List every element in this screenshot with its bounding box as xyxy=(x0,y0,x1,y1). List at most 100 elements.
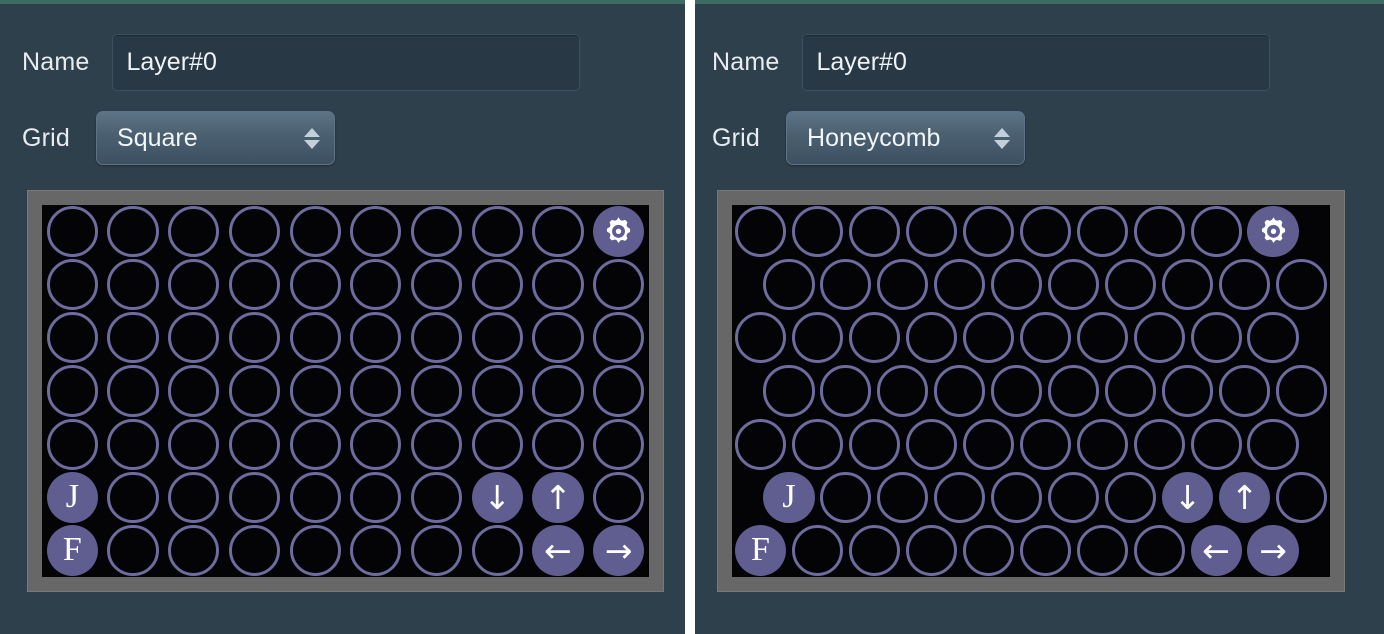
grid-cell[interactable] xyxy=(168,471,220,523)
grid-cell[interactable] xyxy=(1076,206,1128,258)
grid-type-dropdown[interactable]: Square xyxy=(96,111,336,165)
grid-cell[interactable] xyxy=(820,259,872,311)
grid-cell[interactable] xyxy=(471,206,523,258)
grid-cell[interactable] xyxy=(848,524,900,576)
grid-cell[interactable] xyxy=(107,524,159,576)
grid-cell[interactable] xyxy=(289,418,341,470)
grid-cell[interactable] xyxy=(877,259,929,311)
grid-cell[interactable] xyxy=(820,365,872,417)
chevron-down-icon[interactable] xyxy=(304,139,321,149)
grid-cell[interactable] xyxy=(289,312,341,364)
grid-cell[interactable] xyxy=(350,206,402,258)
grid-cell[interactable] xyxy=(350,365,402,417)
grid-cell[interactable] xyxy=(228,312,281,364)
grid-cell[interactable] xyxy=(962,418,1014,470)
grid-cell[interactable] xyxy=(848,312,900,364)
grid-cell[interactable] xyxy=(593,312,645,364)
grid-cell[interactable] xyxy=(228,365,281,417)
grid-cell[interactable] xyxy=(763,365,815,417)
grid-cell[interactable] xyxy=(410,259,463,311)
grid-cell[interactable] xyxy=(905,206,957,258)
grid-cell[interactable] xyxy=(1048,259,1100,311)
grid-cell[interactable] xyxy=(168,524,220,576)
spinner-icons[interactable] xyxy=(994,127,1011,149)
grid-cell[interactable] xyxy=(1133,312,1185,364)
grid-cell[interactable] xyxy=(228,206,281,258)
grid-cell[interactable] xyxy=(877,471,929,523)
grid-cell[interactable] xyxy=(471,418,523,470)
grid-cell[interactable] xyxy=(1275,259,1328,311)
grid-cell[interactable] xyxy=(593,365,645,417)
grid-cell[interactable] xyxy=(289,206,341,258)
key-cell-f[interactable]: F xyxy=(46,524,98,576)
key-cell-arrow-right[interactable]: → xyxy=(593,524,645,576)
grid-type-dropdown[interactable]: Honeycomb xyxy=(786,111,1026,165)
settings-cell[interactable] xyxy=(1247,206,1299,258)
chevron-up-icon[interactable] xyxy=(994,127,1011,137)
grid-cell[interactable] xyxy=(532,206,584,258)
grid-cell[interactable] xyxy=(289,471,341,523)
grid-cell[interactable] xyxy=(1247,418,1299,470)
grid-cell[interactable] xyxy=(1275,471,1328,523)
grid-cell[interactable] xyxy=(1019,524,1071,576)
grid-cell[interactable] xyxy=(1133,418,1185,470)
grid-cell[interactable] xyxy=(46,312,98,364)
grid-cell[interactable] xyxy=(734,312,787,364)
grid-cell[interactable] xyxy=(1133,524,1185,576)
grid-cell[interactable] xyxy=(848,418,900,470)
grid-cell[interactable] xyxy=(532,365,584,417)
grid-cell[interactable] xyxy=(962,312,1014,364)
grid-cell[interactable] xyxy=(471,259,523,311)
grid-cell[interactable] xyxy=(991,259,1043,311)
grid-cell[interactable] xyxy=(877,365,929,417)
grid-cell[interactable] xyxy=(962,524,1014,576)
key-cell-arrow-up[interactable]: ↑ xyxy=(1219,471,1271,523)
grid-cell[interactable] xyxy=(350,524,402,576)
grid-cell[interactable] xyxy=(471,365,523,417)
grid-cell[interactable] xyxy=(1019,418,1071,470)
grid-cell[interactable] xyxy=(1190,312,1242,364)
grid-cell[interactable] xyxy=(1048,471,1100,523)
grid-cell[interactable] xyxy=(471,312,523,364)
grid-cell[interactable] xyxy=(532,259,584,311)
grid-cell[interactable] xyxy=(791,524,843,576)
grid-cell[interactable] xyxy=(289,259,341,311)
key-cell-j[interactable]: J xyxy=(763,471,815,523)
grid-cell[interactable] xyxy=(791,418,843,470)
grid-cell[interactable] xyxy=(905,312,957,364)
grid-cell[interactable] xyxy=(1190,206,1242,258)
key-cell-arrow-down[interactable]: ↓ xyxy=(1162,471,1214,523)
key-cell-arrow-down[interactable]: ↓ xyxy=(471,471,523,523)
settings-cell[interactable] xyxy=(593,206,645,258)
grid-cell[interactable] xyxy=(1019,206,1071,258)
grid-cell[interactable] xyxy=(1219,259,1271,311)
grid-cell[interactable] xyxy=(1133,206,1185,258)
chevron-up-icon[interactable] xyxy=(304,127,321,137)
grid-cell[interactable] xyxy=(410,524,463,576)
grid-cell[interactable] xyxy=(1076,418,1128,470)
grid-cell[interactable] xyxy=(410,418,463,470)
grid-cell[interactable] xyxy=(168,365,220,417)
name-input[interactable] xyxy=(801,34,1270,91)
grid-cell[interactable] xyxy=(107,312,159,364)
grid-cell[interactable] xyxy=(46,365,98,417)
grid-cell[interactable] xyxy=(593,259,645,311)
grid-canvas[interactable]: J ↓ ↑ F ← → xyxy=(732,205,1330,577)
grid-cell[interactable] xyxy=(1190,418,1242,470)
grid-cell[interactable] xyxy=(350,418,402,470)
grid-cell[interactable] xyxy=(848,206,900,258)
grid-cell[interactable] xyxy=(228,524,281,576)
key-cell-j[interactable]: J xyxy=(46,471,98,523)
grid-cell[interactable] xyxy=(410,365,463,417)
grid-canvas[interactable]: J ↓ ↑ F ← → xyxy=(42,205,649,577)
grid-cell[interactable] xyxy=(168,312,220,364)
grid-cell[interactable] xyxy=(107,206,159,258)
grid-cell[interactable] xyxy=(168,418,220,470)
grid-cell[interactable] xyxy=(350,312,402,364)
grid-cell[interactable] xyxy=(1105,365,1157,417)
grid-cell[interactable] xyxy=(228,418,281,470)
grid-cell[interactable] xyxy=(1162,365,1214,417)
grid-cell[interactable] xyxy=(168,206,220,258)
grid-cell[interactable] xyxy=(532,312,584,364)
grid-cell[interactable] xyxy=(934,259,986,311)
